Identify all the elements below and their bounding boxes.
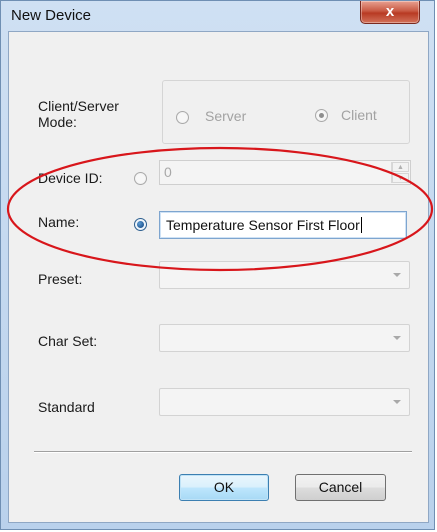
cancel-button[interactable]: Cancel — [295, 474, 386, 501]
button-separator — [34, 451, 412, 453]
standard-label: Standard — [38, 399, 95, 415]
spinner-buttons: ▲ ▼ — [391, 162, 409, 183]
device-id-spinner[interactable]: 0 ▲ ▼ — [159, 160, 411, 185]
device-id-value: 0 — [164, 164, 172, 180]
mode-group: Server Client — [162, 80, 410, 144]
close-icon: x — [385, 3, 395, 20]
dropdown-arrow-icon — [393, 400, 401, 404]
mode-label: Client/Server Mode: — [38, 98, 119, 130]
dropdown-arrow-icon — [393, 273, 401, 277]
client-radio[interactable] — [315, 109, 328, 122]
preset-label: Preset: — [38, 271, 83, 287]
standard-dropdown[interactable] — [159, 388, 410, 416]
dropdown-arrow-icon — [393, 336, 401, 340]
server-radio-label: Server — [205, 108, 247, 124]
name-label: Name: — [38, 214, 80, 230]
name-input-value: Temperature Sensor First Floor — [166, 217, 360, 233]
device-id-label: Device ID: — [38, 170, 103, 186]
name-input[interactable]: Temperature Sensor First Floor — [159, 211, 407, 239]
device-id-radio[interactable] — [134, 172, 147, 185]
window-title: New Device — [11, 7, 92, 24]
spin-down-icon[interactable]: ▼ — [392, 173, 409, 183]
close-button[interactable]: x — [360, 1, 420, 24]
charset-label: Char Set: — [38, 333, 98, 349]
client-radio-label: Client — [341, 107, 377, 123]
text-caret — [360, 217, 362, 233]
name-radio[interactable] — [134, 218, 147, 231]
title-bar[interactable]: New Device x — [1, 1, 434, 31]
name-input-text: Temperature Sensor First Floor — [166, 217, 362, 233]
ok-button[interactable]: OK — [179, 474, 269, 501]
charset-dropdown[interactable] — [159, 324, 410, 352]
preset-dropdown[interactable] — [159, 261, 410, 289]
server-radio[interactable] — [176, 111, 189, 124]
spin-up-icon[interactable]: ▲ — [392, 162, 409, 172]
